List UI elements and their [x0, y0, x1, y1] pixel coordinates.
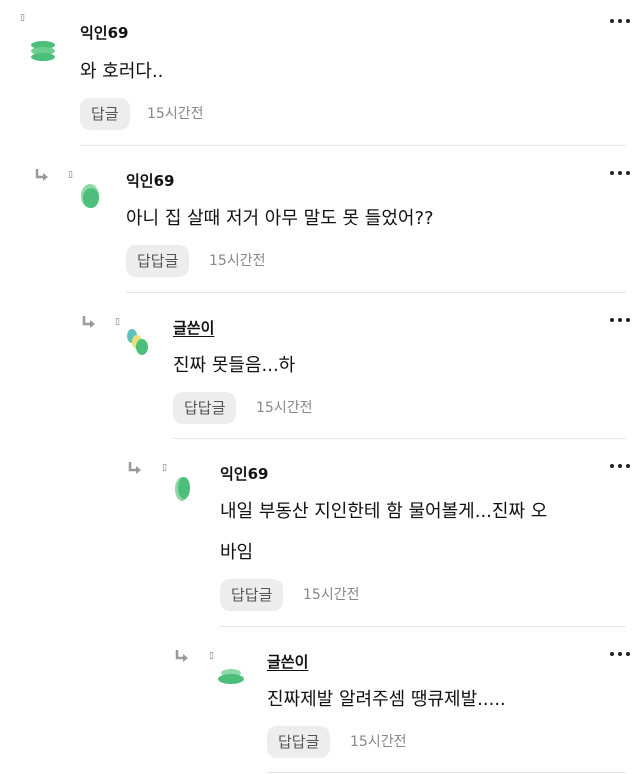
reply-button[interactable]: 답답글: [267, 726, 331, 758]
avatar: [218, 669, 244, 684]
comment-author[interactable]: 글쓴이: [267, 651, 308, 672]
reply-arrow-icon: [175, 650, 188, 662]
comment-time: 15시간전: [350, 734, 407, 750]
comment-text: 진짜제발 알려주셈 땡큐제발.....: [267, 689, 506, 710]
comment-marker: ▯: [209, 651, 214, 661]
comment-5: ▯ 글쓴이 진짜제발 알려주셈 땡큐제발..... 답답글 15시간전: [0, 0, 640, 774]
divider: [267, 772, 626, 773]
more-options-icon[interactable]: [610, 649, 630, 659]
